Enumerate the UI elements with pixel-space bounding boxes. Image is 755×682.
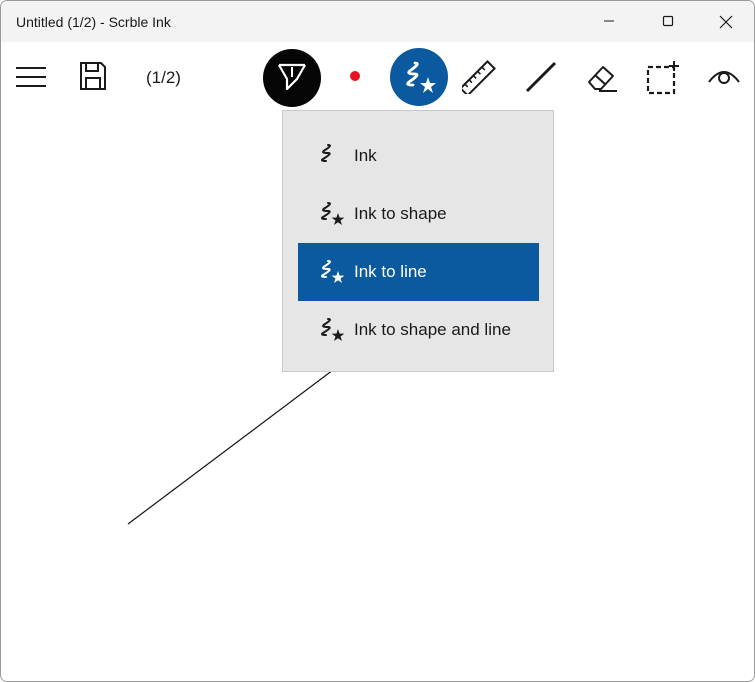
menu-item-ink-to-shape[interactable]: Ink to shape — [298, 185, 539, 243]
view-button[interactable] — [707, 66, 741, 93]
menu-item-label: Ink — [354, 146, 377, 165]
ink-mode-menu: Ink Ink to shape Ink to line Ink to shap… — [282, 110, 554, 372]
window-title: Untitled (1/2) - Scrble Ink — [16, 14, 171, 30]
hamburger-icon — [16, 67, 46, 87]
title-bar: Untitled (1/2) - Scrble Ink — [1, 1, 754, 42]
pen-tool-button[interactable] — [263, 49, 321, 107]
menu-item-label: Ink to shape — [354, 204, 447, 223]
minimize-icon — [604, 20, 614, 22]
save-icon — [80, 62, 106, 90]
eye-icon — [708, 71, 740, 84]
menu-button[interactable] — [15, 66, 47, 93]
ink-mode-button[interactable] — [390, 48, 448, 106]
ink-icon — [321, 144, 331, 162]
ink-to-shape-and-line-icon — [321, 318, 345, 341]
close-icon — [719, 15, 733, 29]
maximize-button[interactable] — [645, 1, 691, 42]
menu-item-ink-to-shape-and-line[interactable]: Ink to shape and line — [298, 301, 539, 359]
eraser-icon — [588, 66, 617, 92]
select-button[interactable] — [646, 61, 680, 100]
toolbar: (1/2) — [1, 42, 754, 112]
ruler-icon — [459, 60, 496, 97]
close-button[interactable] — [702, 1, 748, 42]
app-window: Untitled (1/2) - Scrble Ink (1/2) Ink In… — [0, 0, 755, 682]
page-counter: (1/2) — [146, 68, 181, 87]
menu-item-ink-to-line[interactable]: Ink to line — [298, 243, 539, 301]
menu-item-ink[interactable]: Ink — [298, 127, 539, 185]
ruler-button[interactable] — [459, 60, 496, 99]
menu-item-label: Ink to shape and line — [354, 320, 511, 339]
ink-to-line-icon — [321, 260, 345, 283]
menu-item-label: Ink to line — [354, 262, 427, 281]
eraser-button[interactable] — [585, 62, 619, 99]
line-icon — [525, 61, 557, 93]
line-tool-button[interactable] — [524, 60, 558, 99]
ink-to-shape-icon — [406, 61, 436, 93]
maximize-icon — [662, 15, 674, 27]
pen-tip-icon — [278, 63, 306, 91]
minimize-button[interactable] — [586, 1, 632, 42]
save-button[interactable] — [79, 61, 107, 96]
ink-to-shape-icon — [321, 202, 345, 225]
pen-color-indicator[interactable] — [350, 71, 360, 81]
selection-icon — [646, 61, 679, 95]
